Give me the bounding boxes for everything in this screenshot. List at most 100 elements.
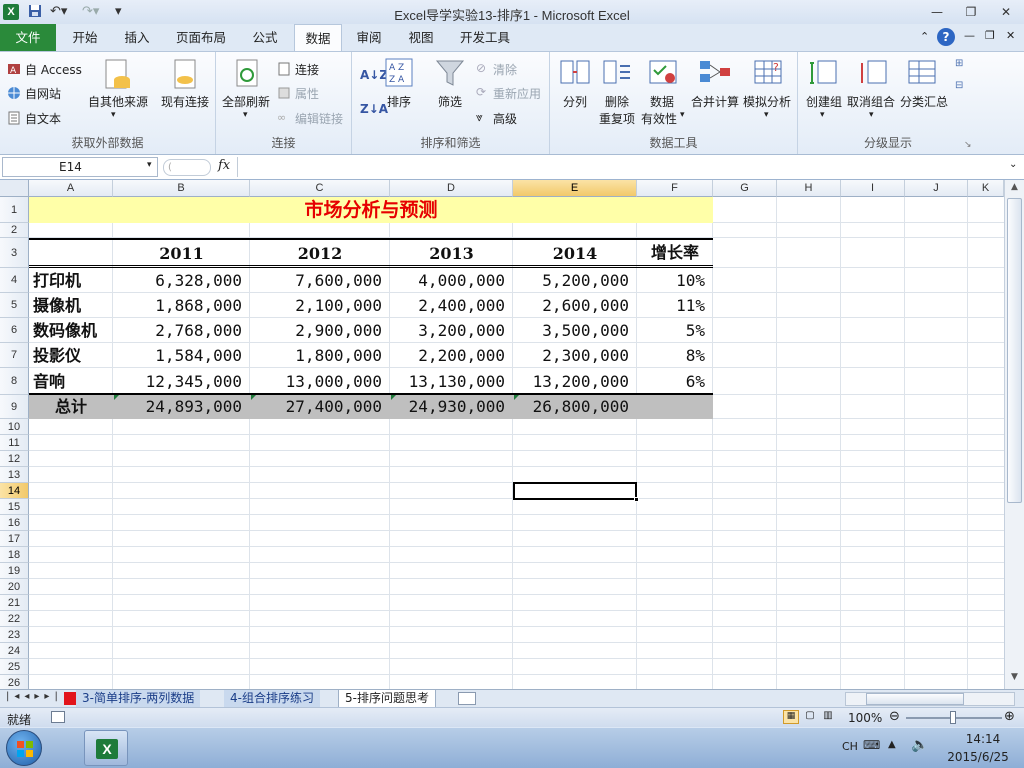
start-button[interactable]: [6, 730, 42, 766]
from-access-button[interactable]: 自 Access: [25, 61, 82, 78]
select-all-corner[interactable]: [0, 180, 29, 197]
product-name[interactable]: 音响: [29, 368, 113, 395]
value-cell[interactable]: 2,768,000: [113, 318, 250, 343]
product-name[interactable]: 投影仪: [29, 343, 113, 368]
header-2014[interactable]: 2014: [513, 240, 637, 265]
clear-filter-button[interactable]: 清除: [493, 61, 517, 78]
value-cell[interactable]: 4,000,000: [390, 268, 513, 293]
validation-dropdown-icon[interactable]: ▾: [680, 110, 685, 120]
total-2011[interactable]: 24,893,000: [113, 395, 250, 419]
clock-date[interactable]: 2015/6/25: [940, 750, 1016, 764]
value-cell[interactable]: 2,600,000: [513, 293, 637, 318]
growth-cell[interactable]: 8%: [637, 343, 713, 368]
value-cell[interactable]: 2,900,000: [250, 318, 390, 343]
column-header-g[interactable]: G: [713, 180, 777, 197]
row-header-3[interactable]: 3: [0, 238, 29, 268]
row-header-26[interactable]: 26: [0, 675, 29, 689]
column-header-h[interactable]: H: [777, 180, 841, 197]
column-header-j[interactable]: J: [905, 180, 968, 197]
subtotal-button[interactable]: 分类汇总: [900, 93, 948, 110]
tab-formulas[interactable]: 公式: [242, 24, 288, 51]
row-header-21[interactable]: 21: [0, 595, 29, 611]
doc-close-icon[interactable]: ✕: [1006, 29, 1015, 42]
tab-data[interactable]: 数据: [294, 24, 342, 52]
tray-arrow-icon[interactable]: ▲: [888, 739, 896, 750]
row-header-1[interactable]: 1: [0, 197, 29, 223]
row-header-2[interactable]: 2: [0, 223, 29, 238]
minimize-button[interactable]: —: [926, 3, 948, 21]
column-header-c[interactable]: C: [250, 180, 390, 197]
row-header-7[interactable]: 7: [0, 343, 29, 368]
product-name[interactable]: 打印机: [29, 268, 113, 293]
horizontal-scrollbar[interactable]: [845, 692, 1015, 706]
column-header-f[interactable]: F: [637, 180, 713, 197]
insert-sheet-icon[interactable]: [458, 692, 476, 705]
tab-insert[interactable]: 插入: [114, 24, 160, 51]
macro-record-icon[interactable]: [51, 711, 65, 723]
data-validation-label2[interactable]: 有效性: [641, 110, 677, 127]
volume-icon[interactable]: 🔈: [911, 737, 928, 753]
sheet-tab-5-active[interactable]: 5-排序问题思考: [338, 690, 436, 708]
keyboard-icon[interactable]: ⌨: [863, 738, 880, 752]
row-header-24[interactable]: 24: [0, 643, 29, 659]
header-2011[interactable]: 2011: [113, 240, 250, 265]
value-cell[interactable]: 6,328,000: [113, 268, 250, 293]
reapply-button[interactable]: 重新应用: [493, 85, 541, 102]
sheet-tab-3[interactable]: 3-简单排序-两列数据: [76, 690, 201, 707]
row-header-25[interactable]: 25: [0, 659, 29, 675]
row-header-16[interactable]: 16: [0, 515, 29, 531]
total-label[interactable]: 总计: [29, 395, 113, 419]
filter-button[interactable]: 筛选: [438, 93, 462, 110]
from-web-button[interactable]: 自网站: [25, 85, 61, 102]
row-header-23[interactable]: 23: [0, 627, 29, 643]
value-cell[interactable]: 3,200,000: [390, 318, 513, 343]
ungroup-button[interactable]: 取消组合: [847, 93, 895, 110]
page-layout-view-icon[interactable]: ▢: [803, 710, 817, 724]
group-dropdown-icon[interactable]: ▾: [820, 110, 825, 120]
total-2014[interactable]: 26,800,000: [513, 395, 637, 419]
header-growth[interactable]: 增长率: [637, 240, 713, 265]
growth-cell[interactable]: 11%: [637, 293, 713, 318]
row-header-10[interactable]: 10: [0, 419, 29, 435]
zoom-out-icon[interactable]: ⊖: [889, 709, 900, 724]
tab-page-layout[interactable]: 页面布局: [166, 24, 236, 51]
scroll-up-icon[interactable]: ▲: [1007, 182, 1022, 196]
what-if-analysis-button[interactable]: 模拟分析: [743, 93, 791, 110]
sheet-title[interactable]: 市场分析与预测: [29, 197, 713, 223]
sort-a-z-button[interactable]: A↓Z: [360, 68, 388, 82]
clock-time[interactable]: 14:14: [950, 732, 1016, 746]
value-cell[interactable]: 13,130,000: [390, 368, 513, 395]
value-cell[interactable]: 2,100,000: [250, 293, 390, 318]
data-validation-button[interactable]: 数据: [650, 93, 674, 110]
value-cell[interactable]: 1,584,000: [113, 343, 250, 368]
formula-expand-handle[interactable]: (: [163, 159, 211, 176]
edit-links-button[interactable]: 编辑链接: [295, 110, 343, 127]
row-header-9[interactable]: 9: [0, 395, 29, 419]
column-header-i[interactable]: I: [841, 180, 905, 197]
create-group-button[interactable]: 创建组: [806, 93, 842, 110]
refresh-all-button[interactable]: 全部刷新: [222, 93, 270, 110]
sort-z-a-button[interactable]: Z↓A: [360, 102, 388, 116]
row-header-22[interactable]: 22: [0, 611, 29, 627]
column-header-e[interactable]: E: [513, 180, 637, 197]
consolidate-button[interactable]: 合并计算: [691, 93, 739, 110]
vertical-scrollbar[interactable]: ▲ ▼: [1004, 180, 1024, 689]
column-header-b[interactable]: B: [113, 180, 250, 197]
value-cell[interactable]: 3,500,000: [513, 318, 637, 343]
column-header-d[interactable]: D: [390, 180, 513, 197]
properties-button[interactable]: 属性: [295, 85, 319, 102]
tab-home[interactable]: 开始: [62, 24, 108, 51]
product-name[interactable]: 摄像机: [29, 293, 113, 318]
text-to-columns-button[interactable]: 分列: [563, 93, 587, 110]
value-cell[interactable]: 2,200,000: [390, 343, 513, 368]
total-2013[interactable]: 24,930,000: [390, 395, 513, 419]
value-cell[interactable]: 13,200,000: [513, 368, 637, 395]
value-cell[interactable]: 2,400,000: [390, 293, 513, 318]
normal-view-icon[interactable]: ▦: [783, 710, 799, 724]
row-header-18[interactable]: 18: [0, 547, 29, 563]
value-cell[interactable]: 5,200,000: [513, 268, 637, 293]
ungroup-dropdown-icon[interactable]: ▾: [869, 110, 874, 120]
advanced-filter-button[interactable]: 高级: [493, 110, 517, 127]
taskbar-excel-button[interactable]: X: [84, 730, 128, 766]
sort-button[interactable]: 排序: [387, 93, 411, 110]
